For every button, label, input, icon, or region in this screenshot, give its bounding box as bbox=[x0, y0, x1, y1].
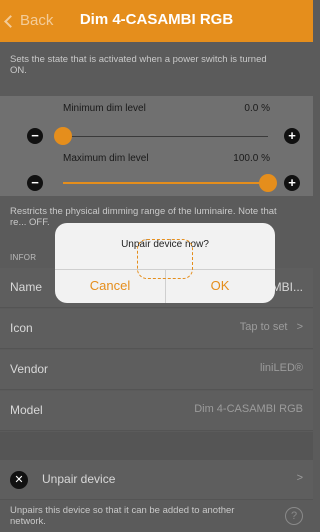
model-row: Model Dim 4-CASAMBI RGB bbox=[0, 391, 313, 431]
minus-circle-icon: − bbox=[31, 175, 39, 190]
dim-level-section: Minimum dim level 0.0 % − + Maximum dim … bbox=[0, 96, 313, 196]
max-dim-value: 100.0 % bbox=[233, 153, 270, 164]
unpair-description: Unpairs this device so that it can be ad… bbox=[10, 505, 235, 527]
vendor-label: Vendor bbox=[10, 362, 49, 376]
min-slider-track[interactable] bbox=[63, 136, 268, 137]
max-slider-fill bbox=[63, 182, 268, 184]
chevron-right-icon: > bbox=[296, 472, 303, 484]
navigation-bar: Back Dim 4-CASAMBI RGB bbox=[0, 0, 313, 42]
vendor-value: liniLED® bbox=[260, 362, 303, 374]
icon-label: Icon bbox=[10, 321, 33, 335]
state-description: Sets the state that is activated when a … bbox=[10, 54, 267, 76]
chevron-right-icon: > bbox=[296, 321, 303, 333]
min-decrease-button[interactable]: − bbox=[27, 128, 43, 144]
min-slider-thumb[interactable] bbox=[54, 127, 72, 145]
close-circle-icon: ✕ bbox=[10, 471, 28, 489]
info-section-header: INFOR bbox=[10, 253, 37, 262]
model-value: Dim 4-CASAMBI RGB bbox=[194, 403, 303, 415]
model-label: Model bbox=[10, 403, 43, 417]
max-increase-button[interactable]: + bbox=[284, 175, 300, 191]
page-title: Dim 4-CASAMBI RGB bbox=[79, 11, 234, 28]
unpair-device-label: Unpair device bbox=[42, 472, 116, 486]
plus-circle-icon: + bbox=[288, 175, 296, 190]
unpair-device-row[interactable]: ✕ Unpair device > bbox=[0, 460, 313, 500]
help-circle-icon[interactable]: ? bbox=[285, 507, 303, 525]
plus-circle-icon: + bbox=[288, 128, 296, 143]
min-dim-label: Minimum dim level bbox=[63, 103, 146, 114]
icon-row[interactable]: Icon Tap to set > bbox=[0, 309, 313, 349]
max-slider-thumb[interactable] bbox=[259, 174, 277, 192]
icon-value-text: Tap to set bbox=[239, 321, 288, 333]
icon-value: Tap to set > bbox=[240, 321, 303, 333]
name-value: MBI... bbox=[271, 280, 303, 294]
name-label: Name bbox=[10, 280, 43, 294]
minus-circle-icon: − bbox=[31, 128, 39, 143]
ok-button-highlight bbox=[137, 239, 193, 279]
section-gap bbox=[0, 432, 313, 460]
max-dim-label: Maximum dim level bbox=[63, 153, 149, 164]
min-dim-value: 0.0 % bbox=[244, 103, 270, 114]
min-increase-button[interactable]: + bbox=[284, 128, 300, 144]
vendor-row: Vendor liniLED® bbox=[0, 350, 313, 390]
max-decrease-button[interactable]: − bbox=[27, 175, 43, 191]
